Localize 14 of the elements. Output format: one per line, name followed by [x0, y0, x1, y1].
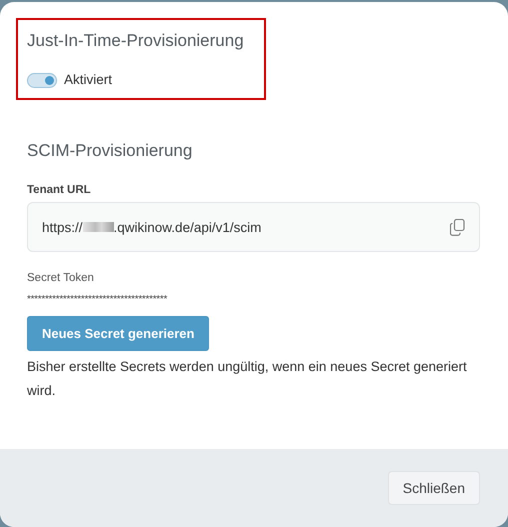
section-title: Just-In-Time-Provisionierung	[27, 30, 245, 52]
field-label: Secret Token	[27, 271, 95, 285]
toggle-switch[interactable]	[27, 72, 57, 88]
url-text-end: .qwikinow.de/api/v1/scim	[114, 220, 262, 234]
url-text-start: https://	[42, 220, 83, 234]
field-label: Tenant URL	[27, 183, 92, 197]
close-button[interactable]: Schließen	[388, 471, 480, 505]
copy-icon[interactable]	[450, 218, 465, 236]
masked-token: ***************************************	[27, 294, 168, 305]
warning-text: Bisher erstellte Secrets werden ungültig, wenn ein neues Secret generiert wird.	[27, 358, 468, 400]
url-field[interactable]: https:// .qwikinow.de/api/v1/scim	[27, 202, 480, 252]
toggle-label: Aktiviert	[64, 72, 112, 88]
section-title: SCIM-Provisionierung	[27, 140, 194, 162]
redaction-mark	[82, 222, 114, 232]
